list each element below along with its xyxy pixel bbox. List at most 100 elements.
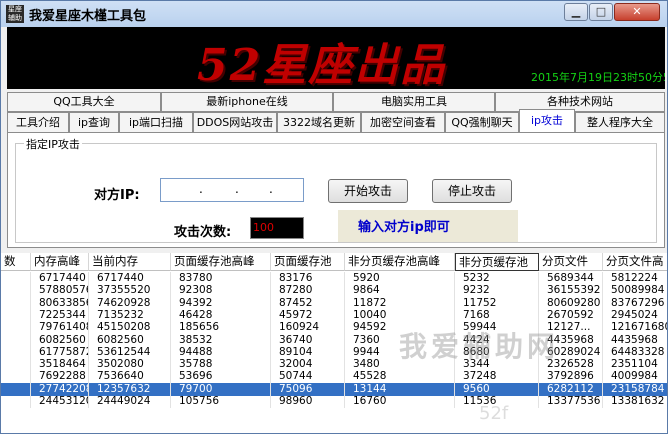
column-header[interactable]: 当前内存 [89,253,171,271]
table-row[interactable]: 57880576 37355520 92308 87280 9864 9232 361553… [1,284,667,298]
table-cell: 53612544 [89,345,171,359]
table-cell: 74620928 [89,296,171,310]
table-cell: 105756 [171,395,271,408]
table-cell: 61775872 [31,345,89,359]
table-cell: 94488 [171,345,271,359]
table-cell: 35788 [171,358,271,372]
table-cell: 13144 [345,382,455,396]
app-icon: 星座 辅助 [6,5,24,23]
tab-encrypted-space[interactable]: 加密空间查看 [361,112,445,133]
table-cell: 83176 [271,272,345,285]
window-title: 我爱星座木槿工具包 [29,9,147,24]
tab-prank-programs[interactable]: 整人程序大全 [575,112,665,133]
tab-iphone-online[interactable]: 最新iphone在线 [161,92,333,112]
column-header[interactable]: 页面缓存池 [271,253,345,271]
attack-count-input[interactable]: 100 [250,217,304,239]
stop-attack-button[interactable]: 停止攻击 [432,179,512,203]
table-cell: 6082560 [31,333,89,347]
table-cell: 13381632 [603,395,667,408]
table-cell: 64483328 [603,346,667,359]
table-cell: 2670592 [539,308,603,322]
table-cell: 11752 [455,296,539,310]
ip-dot: . [269,182,273,196]
minimize-button[interactable]: ▁ [564,3,588,21]
column-header[interactable]: 内存高峰 [31,253,89,271]
table-cell: 92308 [171,284,271,298]
table-cell: 87280 [271,284,345,298]
table-cell: 5232 [455,272,539,285]
ip-dot: . [235,182,239,196]
table-cell: 7536640 [89,370,171,384]
hint-text: 输入对方ip即可 [358,220,450,235]
table-cell: 24453120 [31,395,89,408]
table-row[interactable]: 7225344 7135232 46428 45972 10040 7168 2670592… [1,308,667,322]
table-cell: 4009984 [603,370,667,383]
column-header[interactable]: 页面缓存池高峰 [171,253,271,271]
table-cell: 27742208 [31,382,89,396]
table-row[interactable]: 27742208 12357632 79700 75096 13144 9560 62821… [1,382,667,396]
table-cell: 6082560 [89,333,171,347]
table-cell: 38532 [171,333,271,347]
table-row[interactable]: 6082560 6082560 38532 36740 7360 4424 4435968 4… [1,333,667,347]
table-cell: 79761408 [31,321,89,335]
table-cell: 75096 [271,382,345,396]
table-cell: 7692288 [31,370,89,384]
table-cell: 7225344 [31,308,89,322]
table-cell: 5812224 [603,272,667,285]
table-cell: 12357632 [89,382,171,396]
tab-qq-tools[interactable]: QQ工具大全 [7,92,161,112]
ip-dot: . [199,182,203,196]
tab-ip-attack[interactable]: ip攻击 [519,109,575,133]
table-cell [1,358,31,372]
grid-header: 数内存高峰 当前内存 页面缓存池高峰 页面缓存池 非分页缓存池高峰 非分页缓存池 分页文件分… [1,253,667,271]
column-header[interactable]: 分页文件 [539,253,603,271]
tab-ddos[interactable]: DDOS网站攻击 [193,112,277,133]
table-row[interactable]: 24453120 24449024 105756 98960 16760 11536 133… [1,395,667,408]
table-cell: 94392 [171,296,271,310]
table-cell [1,296,31,310]
table-cell [1,308,31,322]
table-cell: 50744 [271,370,345,384]
tab-pc-tools[interactable]: 电脑实用工具 [333,92,495,112]
table-cell: 2945024 [603,309,667,322]
maximize-icon: □ [595,5,607,18]
start-attack-button[interactable]: 开始攻击 [328,179,408,203]
table-row[interactable]: 61775872 53612544 94488 89104 9944 8680 602890… [1,345,667,359]
table-cell: 7135232 [89,308,171,322]
close-button[interactable]: ✕ [614,3,660,21]
minimize-icon: ▁ [571,5,581,18]
table-row[interactable]: 80633856 74620928 94392 87452 11872 11752 8060… [1,296,667,310]
title-bar[interactable]: 星座 辅助 我爱星座木槿工具包 ▁ □ ✕ [1,1,667,27]
watermark: 我爱辅助网 [399,330,560,363]
table-row[interactable]: 7692288 7536640 53696 50744 45528 37248 379289… [1,370,667,384]
tab-3322-domain[interactable]: 3322域名更新 [277,112,361,133]
column-header[interactable]: 数 [1,253,31,271]
table-cell: 45972 [271,308,345,322]
table-cell: 89104 [271,345,345,359]
column-header[interactable]: 非分页缓存池高峰 [345,253,455,271]
table-cell: 80633856 [31,296,89,310]
table-cell: 83767296 [603,297,667,310]
ip-address-input[interactable]: . . . [160,178,304,202]
ip-label: 对方IP: [94,188,140,203]
tab-intro[interactable]: 工具介绍 [7,112,69,133]
table-cell: 121671680 [603,321,667,334]
table-row[interactable]: 3518464 3502080 35788 32004 3480 3344 2326528 2… [1,358,667,372]
banner-title: 52星座出品 [197,40,447,89]
table-row[interactable]: 79761408 45150208 185656 160924 94592 59944 12… [1,321,667,335]
table-cell: 50089984 [603,284,667,297]
table-cell [1,395,31,408]
table-cell: 185656 [171,321,271,335]
tab-port-scan[interactable]: ip端口扫描 [119,112,193,133]
column-header[interactable]: 非分页缓存池 [455,253,539,271]
table-row[interactable]: 6717440 6717440 83780 83176 5920 5232 5689344 5… [1,272,667,285]
maximize-button[interactable]: □ [589,3,613,21]
table-cell [1,370,31,384]
tab-qq-force-chat[interactable]: QQ强制聊天 [445,112,519,133]
column-header[interactable]: 分页文件高 [603,253,667,271]
table-cell: 2351104 [603,358,667,371]
tab-ip-lookup[interactable]: ip查询 [69,112,119,133]
ip-attack-panel: 指定IP攻击 对方IP: . . . 开始攻击 停止攻击 攻击次数: 100 输… [7,132,665,248]
process-grid[interactable]: 数内存高峰 当前内存 页面缓存池高峰 页面缓存池 非分页缓存池高峰 非分页缓存池 分页文件分… [1,253,667,433]
table-cell: 7168 [455,308,539,322]
